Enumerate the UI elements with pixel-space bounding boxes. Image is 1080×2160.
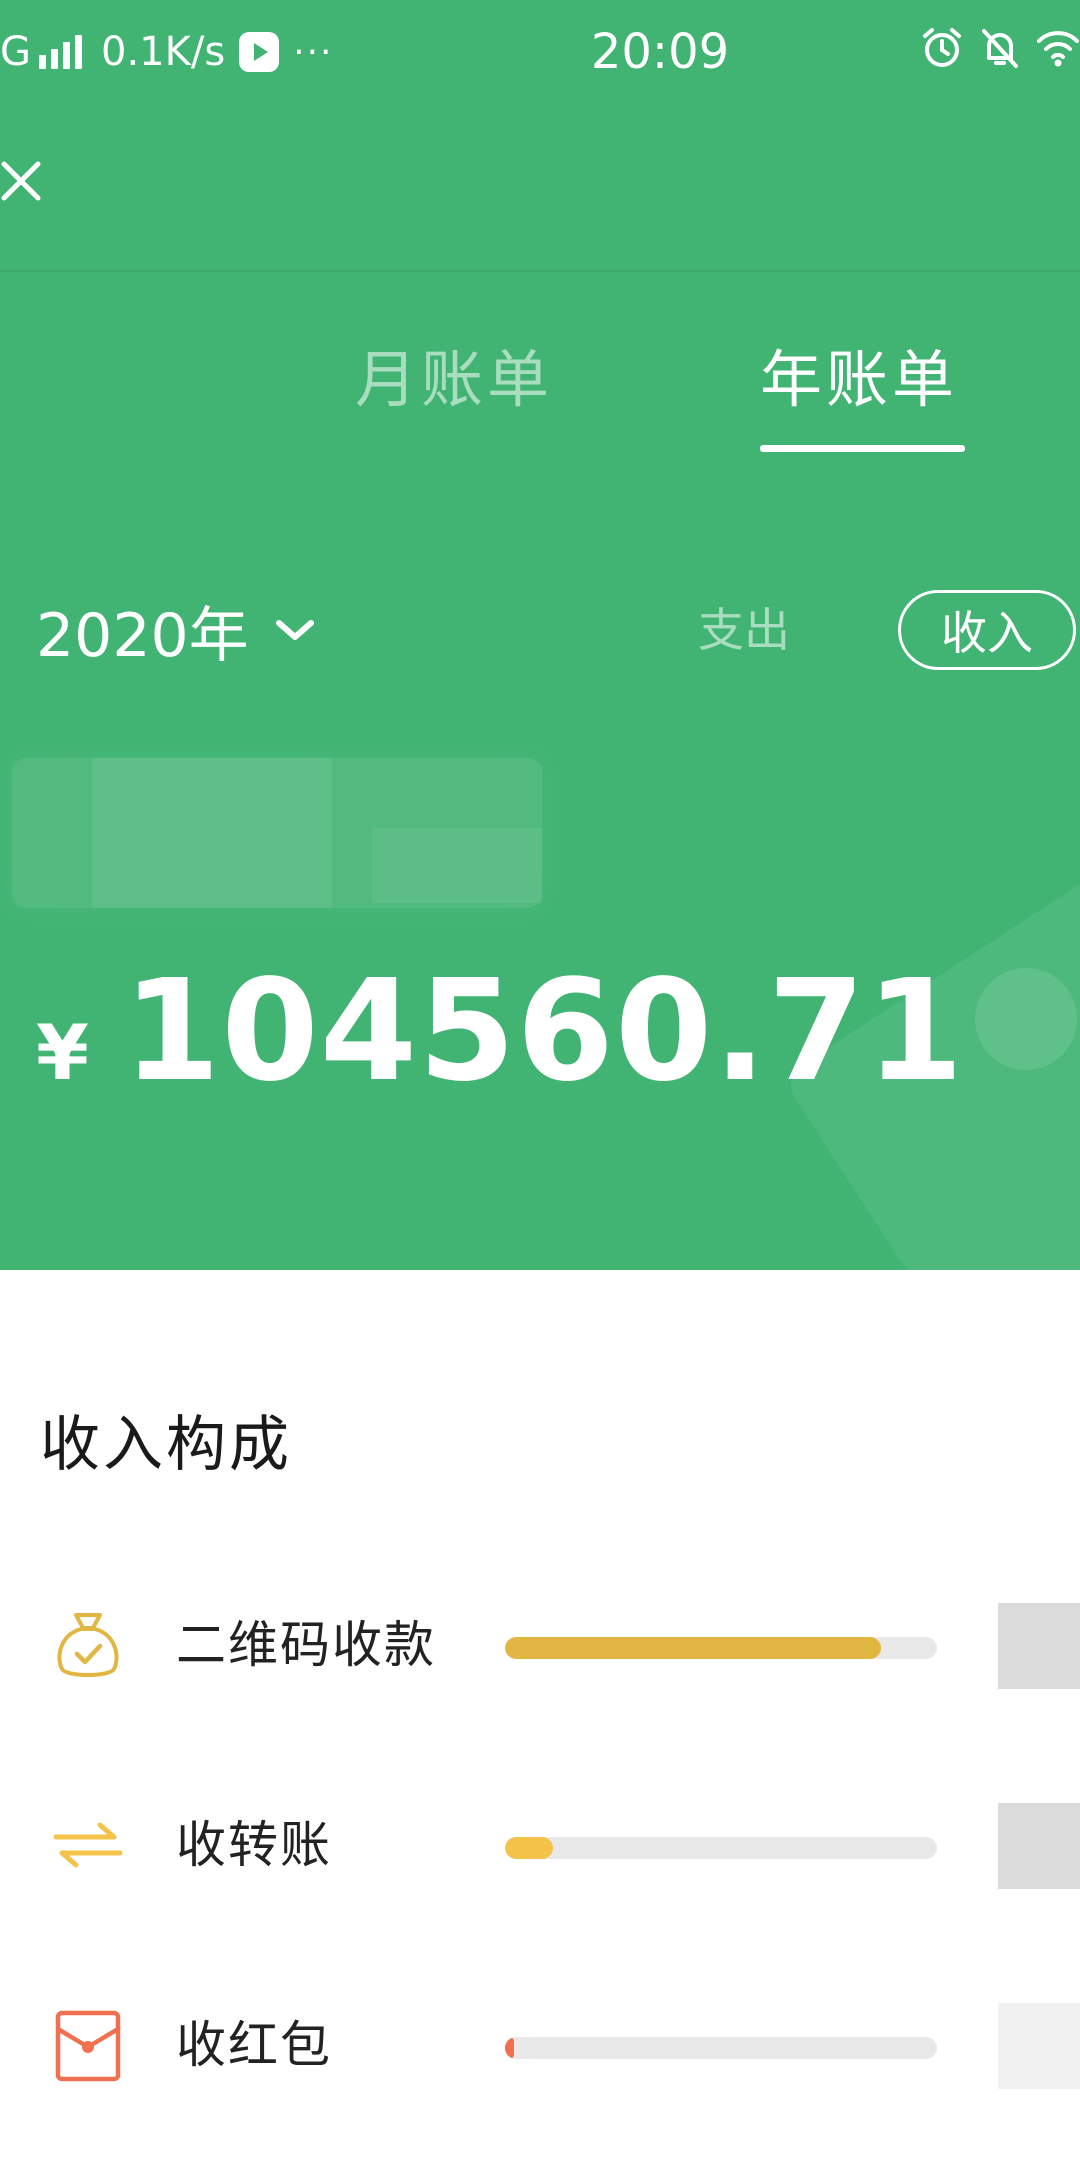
status-bar: G 0.1K/s ··· 20:09 [0,0,1080,100]
tab-monthly-bill[interactable]: 月账单 [355,340,553,420]
year-selector[interactable]: 2020年 [36,590,317,671]
income-row-red-envelope[interactable]: 收红包 [0,1995,1080,2105]
close-icon[interactable] [0,152,54,212]
currency-symbol: ¥ [36,1008,89,1097]
chevron-down-icon [275,620,314,640]
alarm-icon [923,28,961,67]
tab-yearly-bill[interactable]: 年账单 [760,340,958,420]
blurred-summary-label [12,758,542,908]
masked-amount [998,2003,1080,2089]
red-envelope-icon [55,2010,121,2082]
income-toggle[interactable]: 收入 [898,590,1076,670]
wifi-icon [1037,31,1079,67]
income-row-qrcode[interactable]: 二维码收款 [0,1595,1080,1705]
income-bar-track [505,2037,937,2059]
income-row-label: 收红包 [176,2016,332,2074]
income-row-label: 收转账 [176,1816,332,1874]
bill-header: G 0.1K/s ··· 20:09 月账单 年账单 2020年 支出 收入 ¥… [0,0,1080,1270]
income-row-transfer[interactable]: 收转账 [0,1795,1080,1905]
income-bar-fill [505,1837,553,1859]
masked-amount [998,1603,1080,1689]
income-row-label: 二维码收款 [176,1616,436,1674]
income-composition-title: 收入构成 [40,1410,292,1480]
money-bag-icon [57,1613,119,1677]
active-tab-indicator [760,445,965,452]
income-bar-track [505,1637,937,1659]
bill-period-tabs: 月账单 年账单 [0,330,1080,460]
nav-bar [0,100,1080,270]
year-label: 2020年 [36,600,249,671]
status-right [906,26,1080,70]
transfer-icon [53,1822,123,1868]
income-bar-fill [505,2037,514,2059]
income-bar-track [505,1837,937,1859]
income-bar-fill [505,1637,881,1659]
decorative-circle [975,968,1077,1070]
nav-divider [0,270,1080,272]
mute-bell-icon [982,29,1018,68]
expense-toggle[interactable]: 支出 [698,600,790,660]
masked-amount [998,1803,1080,1889]
